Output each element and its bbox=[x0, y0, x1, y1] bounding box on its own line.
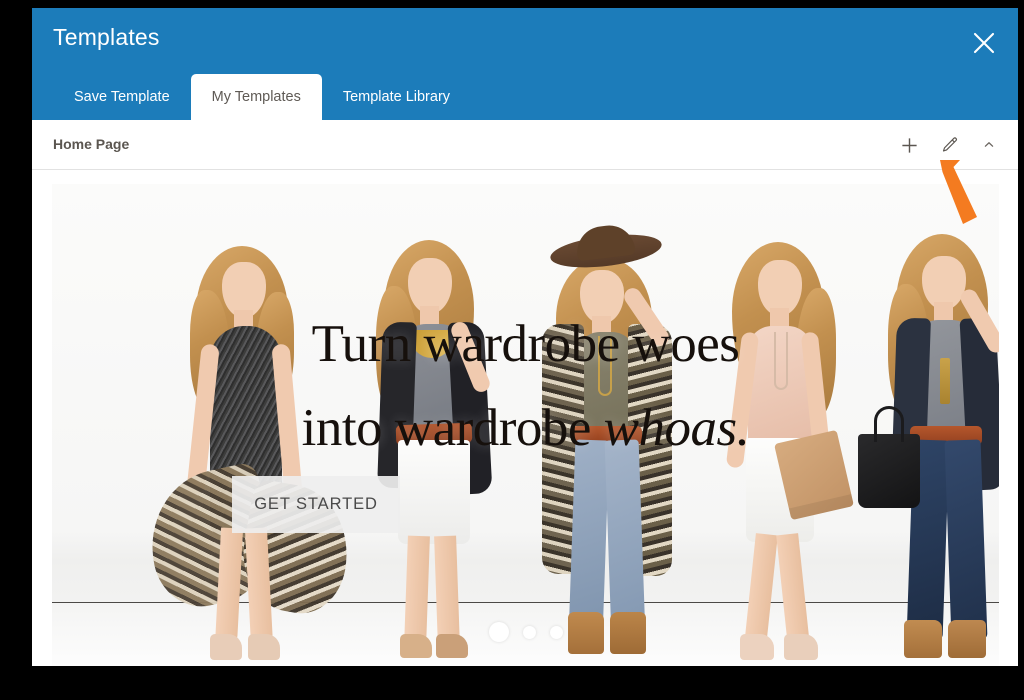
tab-my-templates[interactable]: My Templates bbox=[190, 74, 322, 120]
carousel-dot-2[interactable] bbox=[522, 625, 536, 639]
hero-headline-line-2: into wardrobe whoas. bbox=[52, 386, 999, 470]
chevron-up-icon bbox=[984, 142, 994, 147]
close-button[interactable] bbox=[967, 26, 1001, 60]
template-name-label: Home Page bbox=[53, 136, 130, 152]
toolbar-actions bbox=[896, 120, 1002, 170]
hero-headline-line-1: Turn wardrobe woes bbox=[311, 315, 740, 373]
tab-template-library[interactable]: Template Library bbox=[322, 74, 471, 120]
hero-headline-line-2-italic: whoas. bbox=[603, 399, 750, 457]
plus-icon bbox=[901, 137, 917, 153]
screenshot-root: Templates Save Template My Templates Tem… bbox=[0, 0, 1024, 700]
tab-save-template[interactable]: Save Template bbox=[53, 74, 191, 120]
template-preview-area: Turn wardrobe woes into wardrobe whoas. … bbox=[32, 170, 1018, 666]
hero-headline-line-2-plain: into wardrobe bbox=[301, 399, 604, 457]
tab-save-template-label: Save Template bbox=[74, 89, 170, 105]
dialog-title: Templates bbox=[53, 24, 160, 50]
carousel-dot-1[interactable] bbox=[488, 622, 509, 642]
tab-my-templates-label: My Templates bbox=[211, 89, 301, 105]
carousel-dot-3[interactable] bbox=[549, 625, 563, 639]
get-started-label: GET STARTED bbox=[254, 495, 378, 513]
add-template-button[interactable] bbox=[896, 132, 922, 158]
close-icon bbox=[973, 32, 995, 54]
dialog-header: Templates Save Template My Templates Tem… bbox=[32, 8, 1018, 120]
hero-headline: Turn wardrobe woes into wardrobe whoas. bbox=[52, 302, 999, 470]
get-started-button[interactable]: GET STARTED bbox=[232, 476, 400, 533]
templates-dialog: Templates Save Template My Templates Tem… bbox=[32, 8, 1018, 666]
template-toolbar: Home Page bbox=[32, 120, 1018, 170]
tab-template-library-label: Template Library bbox=[342, 89, 451, 105]
collapse-button[interactable] bbox=[976, 132, 1002, 158]
edit-template-button[interactable] bbox=[936, 132, 962, 158]
pencil-icon bbox=[942, 137, 957, 152]
tab-bar: Save Template My Templates Template Libr… bbox=[53, 74, 471, 120]
carousel-dots bbox=[52, 622, 999, 642]
hero-banner[interactable]: Turn wardrobe woes into wardrobe whoas. … bbox=[52, 184, 999, 666]
